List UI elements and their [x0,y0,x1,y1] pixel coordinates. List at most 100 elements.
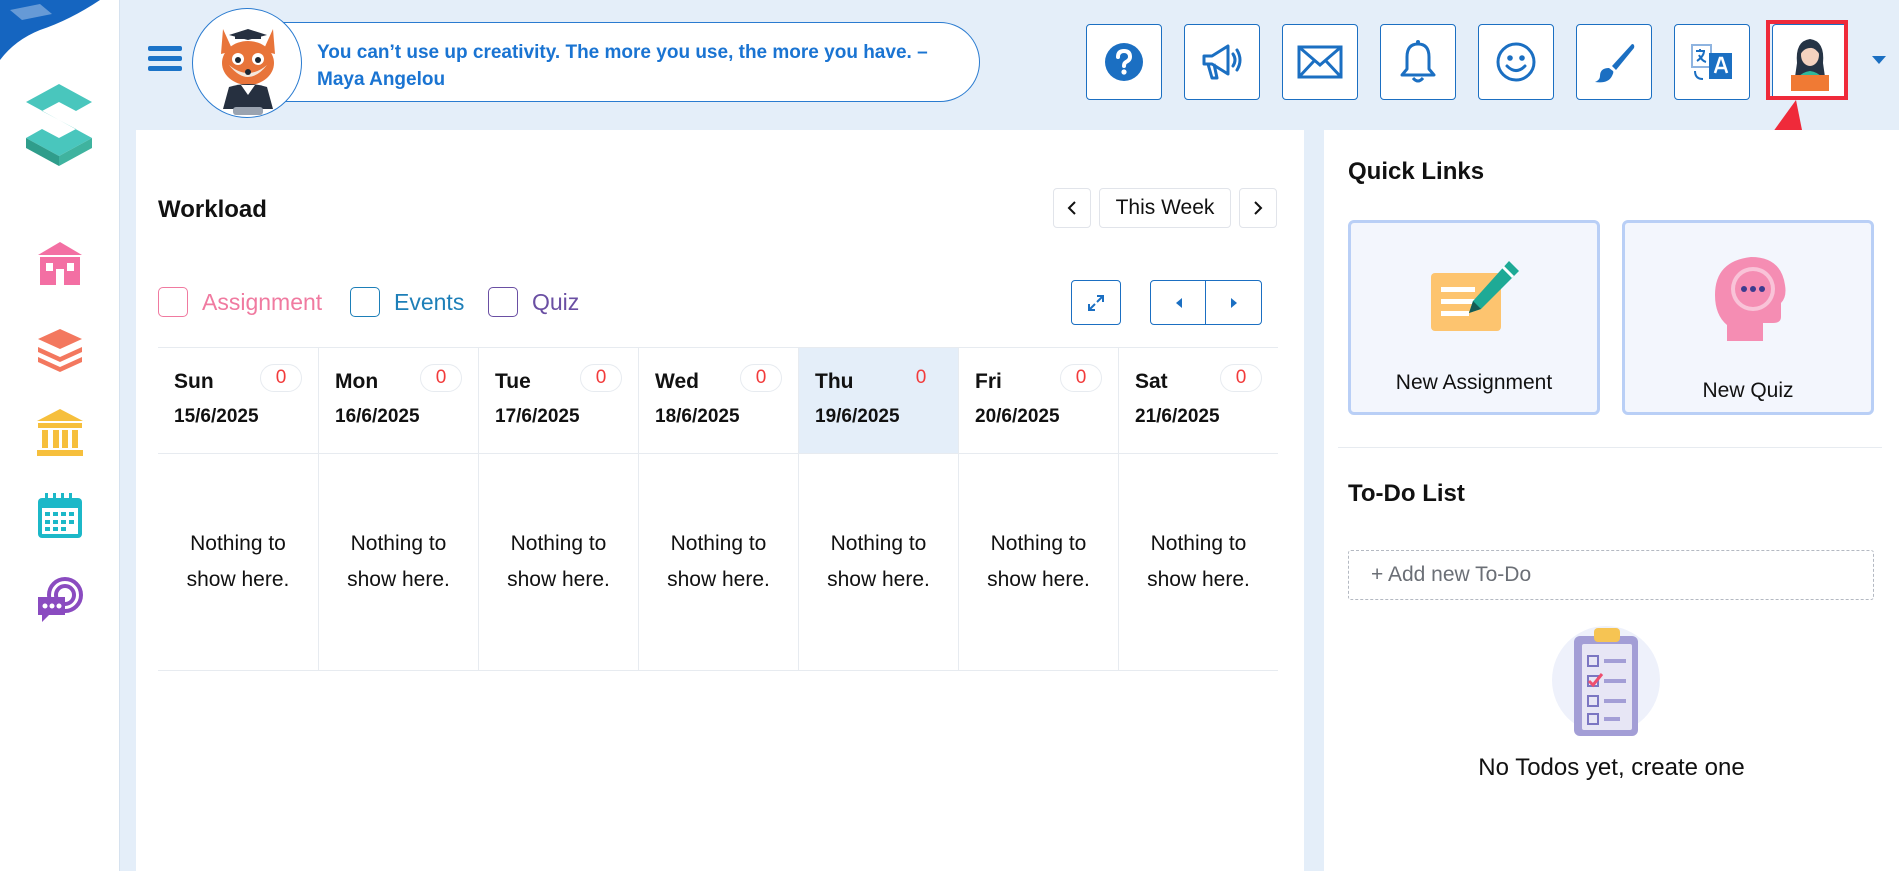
day-date: 19/6/2025 [815,406,900,427]
app-logo-icon[interactable] [16,80,102,166]
messages-button[interactable] [1282,24,1358,100]
notifications-button[interactable] [1380,24,1456,100]
scroll-right-button[interactable] [1205,280,1262,325]
day-header-today[interactable]: Thu 19/6/2025 0 [799,348,958,454]
sidebar-item-institution[interactable] [34,406,86,458]
new-assignment-link[interactable]: New Assignment [1348,220,1600,415]
legend-events-label: Events [394,288,465,315]
day-column-today: Thu 19/6/2025 0 Nothing to show here. [798,348,958,670]
day-date: 17/6/2025 [495,406,580,427]
sidebar [0,0,120,871]
day-empty-text: Nothing to show here. [827,532,930,591]
day-header[interactable]: Fri 20/6/2025 0 [959,348,1118,454]
day-empty-text: Nothing to show here. [987,532,1090,591]
day-column: Mon 16/6/2025 0 Nothing to show here. [318,348,478,670]
chevron-right-icon [1254,201,1263,215]
hamburger-menu-icon[interactable] [148,46,182,76]
new-quiz-label: New Quiz [1702,379,1794,402]
sidebar-item-chat[interactable] [34,574,86,626]
workload-title: Workload [158,196,267,223]
section-divider [1338,447,1882,448]
day-header[interactable]: Sun 15/6/2025 0 [158,348,318,454]
week-grid: Sun 15/6/2025 0 Nothing to show here. Mo… [158,347,1278,671]
clipboard-checklist-icon [1552,626,1660,736]
mail-icon [1297,45,1343,79]
sidebar-item-calendar[interactable] [34,490,86,542]
new-assignment-label: New Assignment [1395,371,1553,394]
legend-events-toggle[interactable]: Events [350,287,464,317]
quick-links-title: Quick Links [1348,158,1485,185]
day-column: Tue 17/6/2025 0 Nothing to show here. [478,348,638,670]
calendar-icon [38,493,82,538]
day-count-badge: 0 [1220,364,1262,392]
day-column: Fri 20/6/2025 0 Nothing to show here. [958,348,1118,670]
legend-quiz-label: Quiz [532,288,580,315]
day-empty-text: Nothing to show here. [1147,532,1250,591]
mood-button[interactable] [1478,24,1554,100]
day-date: 20/6/2025 [975,406,1060,427]
legend-assignment-label: Assignment [202,288,323,315]
day-empty-text: Nothing to show here. [507,532,610,591]
day-header[interactable]: Mon 16/6/2025 0 [319,348,478,454]
day-count-badge: 0 [1060,364,1102,392]
prev-week-button[interactable] [1053,188,1091,228]
workload-card: Workload This Week Assignment Events Qui… [136,130,1304,871]
expand-button[interactable] [1071,280,1121,325]
chat-icon [38,577,83,622]
caret-left-icon [1175,297,1182,308]
day-count-badge: 0 [580,364,622,392]
day-date: 18/6/2025 [655,406,740,427]
paintbrush-icon [1595,44,1635,83]
expand-icon [1088,294,1104,311]
next-week-button[interactable] [1239,188,1277,228]
announcements-button[interactable] [1184,24,1260,100]
right-panel: Quick Links New Assignment New Quiz To-D… [1324,130,1899,871]
day-date: 21/6/2025 [1135,406,1220,427]
day-column: Wed 18/6/2025 0 Nothing to show here. [638,348,798,670]
quiz-checkbox[interactable] [488,287,518,317]
smiley-icon [1496,42,1536,82]
theme-button[interactable] [1576,24,1652,100]
day-header[interactable]: Sat 21/6/2025 0 [1119,348,1278,454]
corner-decoration-icon [0,0,100,60]
day-count-badge: 0 [915,367,927,388]
sidebar-item-books[interactable] [34,322,86,374]
sidebar-item-school[interactable] [34,238,86,290]
add-todo-input[interactable] [1348,550,1874,600]
day-header[interactable]: Wed 18/6/2025 0 [639,348,798,454]
day-date: 16/6/2025 [335,406,420,427]
help-icon [1105,43,1143,81]
chevron-down-icon[interactable] [1872,56,1886,64]
week-range-label[interactable]: This Week [1099,188,1231,228]
assignment-pen-icon [1431,261,1519,331]
day-count-badge: 0 [420,364,462,392]
megaphone-icon [1202,44,1242,80]
day-empty-text: Nothing to show here. [186,532,290,591]
day-count-badge: 0 [740,364,782,392]
profile-highlight-box [1766,20,1848,100]
day-date: 15/6/2025 [174,406,259,427]
legend-assignment-toggle[interactable]: Assignment [158,287,322,317]
todo-empty-text: No Todos yet, create one [1478,754,1745,781]
translate-icon [1691,44,1732,80]
day-column: Sun 15/6/2025 0 Nothing to show here. [158,348,318,670]
new-quiz-link[interactable]: New Quiz [1622,220,1874,415]
bell-icon [1400,40,1436,83]
quote-text: You can’t use up creativity. The more yo… [317,42,928,90]
school-icon [38,242,82,285]
scroll-left-button[interactable] [1150,280,1207,325]
todo-title: To-Do List [1348,480,1465,507]
institution-icon [37,409,83,456]
day-header[interactable]: Tue 17/6/2025 0 [479,348,638,454]
events-checkbox[interactable] [350,287,380,317]
assignment-checkbox[interactable] [158,287,188,317]
day-empty-text: Nothing to show here. [667,532,770,591]
language-button[interactable] [1674,24,1750,100]
quiz-head-icon [1715,257,1786,341]
day-empty-text: Nothing to show here. [347,532,450,591]
chevron-left-icon [1067,201,1076,215]
books-icon [38,329,82,372]
legend-quiz-toggle[interactable]: Quiz [488,287,579,317]
help-button[interactable] [1086,24,1162,100]
fox-mascot-icon [192,8,302,118]
